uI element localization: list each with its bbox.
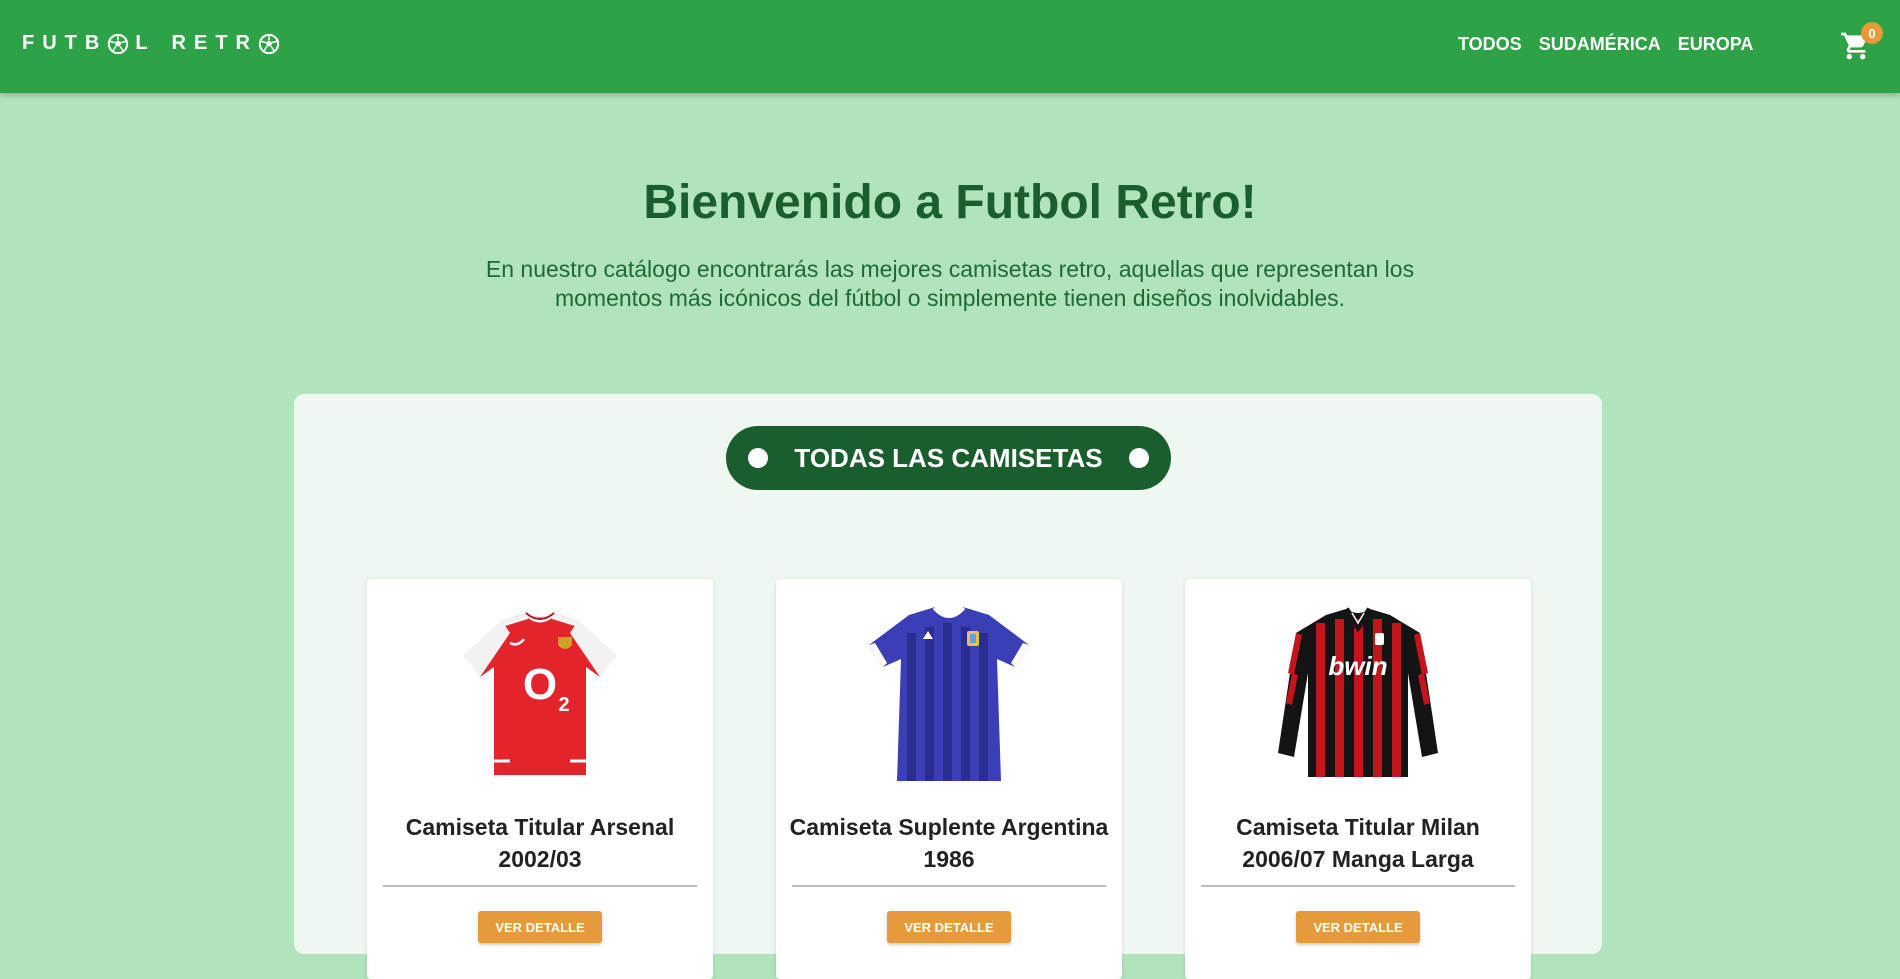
arsenal-shirt-image[interactable]: O 2	[440, 593, 640, 793]
catalog-panel: TODAS LAS CAMISETAS O 2 Camiseta Titular…	[294, 394, 1602, 979]
nav-link-todos[interactable]: TODOS	[1458, 34, 1522, 55]
brand-logo[interactable]: FUTB L RETR	[22, 32, 286, 55]
product-title: Camiseta Titular Milan 2006/07 Manga Lar…	[1236, 814, 1480, 872]
hero-title: Bienvenido a Futbol Retro!	[643, 176, 1257, 229]
nav-link-sudamerica[interactable]: SUDAMÉRICA	[1539, 34, 1661, 55]
pill-dot-left	[748, 448, 768, 468]
section-title: TODAS LAS CAMISETAS	[794, 442, 1103, 473]
soccer-ball-icon	[108, 33, 129, 54]
cart-count-badge: 0	[1861, 22, 1883, 44]
ver-detalle-button[interactable]: VER DETALLE	[887, 911, 1011, 943]
product-card: Camiseta Suplente Argentina 1986 VER DET…	[776, 579, 1122, 979]
card-divider	[383, 885, 697, 887]
logo-text-3: RETR	[171, 32, 258, 54]
arsenal-sponsor-o: O	[523, 660, 557, 709]
section-title-pill: TODAS LAS CAMISETAS	[726, 426, 1171, 490]
top-navbar: FUTB L RETR TODOS SUDAMÉRICA EUROPA 0	[0, 0, 1900, 93]
logo-text-1: FUTB	[22, 32, 108, 54]
logo-text-2: L	[135, 32, 156, 54]
card-divider	[1201, 885, 1515, 887]
milan-shirt-image[interactable]: bwin	[1258, 593, 1458, 793]
nav-link-europa[interactable]: EUROPA	[1678, 34, 1754, 55]
hero-description: En nuestro catálogo encontrarás las mejo…	[485, 256, 1415, 311]
arsenal-sponsor-2: 2	[558, 694, 569, 716]
ver-detalle-button[interactable]: VER DETALLE	[1296, 911, 1420, 943]
product-title: Camiseta Suplente Argentina 1986	[789, 814, 1109, 872]
soccer-ball-icon	[258, 33, 280, 54]
argentina-shirt-image[interactable]	[849, 593, 1049, 793]
product-title: Camiseta Titular Arsenal 2002/03	[405, 814, 675, 872]
product-card: bwin Camiseta Titular Milan 2006/07 Mang…	[1185, 579, 1531, 979]
main-nav: TODOS SUDAMÉRICA EUROPA	[1458, 34, 1770, 55]
ver-detalle-button[interactable]: VER DETALLE	[478, 911, 602, 943]
product-card: O 2 Camiseta Titular Arsenal 2002/03 VER…	[367, 579, 713, 979]
milan-sponsor-text: bwin	[1328, 651, 1387, 681]
pill-dot-right	[1129, 448, 1149, 468]
card-divider	[792, 885, 1106, 887]
